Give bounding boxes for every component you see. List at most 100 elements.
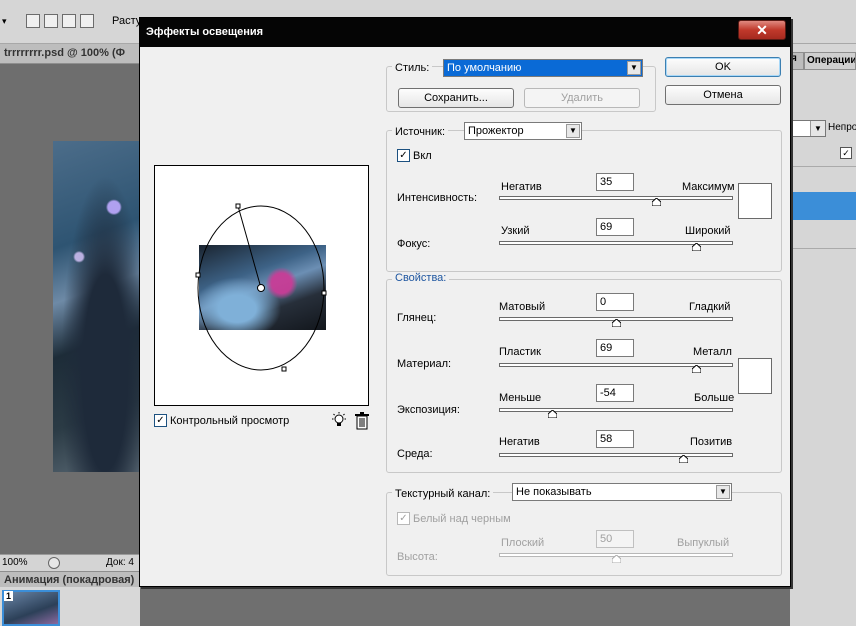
ambience-slider-thumb[interactable] [679,455,689,463]
intensity-input[interactable]: 35 [596,173,634,191]
dialog-titlebar[interactable]: Эффекты освещения ✕ [140,18,790,47]
light-on-label: Вкл [413,149,432,162]
panel-divider [790,248,856,249]
gloss-input[interactable]: 0 [596,293,634,311]
opacity-label: Непро [828,122,856,133]
intensity-max-label: Максимум [682,181,735,193]
panel-tab-actions[interactable]: Операции [804,52,856,70]
intensity-min-label: Негатив [501,181,542,193]
material-input[interactable]: 69 [596,339,634,357]
exposure-max-label: Больше [694,392,735,404]
ellipse-handle-left[interactable] [195,272,201,278]
checkbox-box[interactable]: ✓ [397,149,410,162]
material-min-label: Пластик [499,346,541,358]
zoom-level[interactable]: 100% [2,557,28,568]
tool-preset-arrow-icon[interactable]: ▾ [2,16,7,27]
chevron-down-icon[interactable]: ▼ [810,121,825,136]
style-select-value: По умолчанию [447,62,522,74]
exposure-label: Экспозиция: [397,404,460,416]
intensity-slider-track[interactable] [499,196,733,200]
ambience-min-label: Негатив [499,436,540,448]
preview-checkbox[interactable]: ✓ Контрольный просмотр [154,414,289,427]
dialog-title: Эффекты освещения [146,26,264,38]
checkbox-box[interactable]: ✓ [154,414,167,427]
gloss-slider-thumb[interactable] [611,319,621,327]
intersect-selection-icon[interactable] [80,14,94,28]
ambient-color-swatch[interactable] [738,358,772,394]
light-on-checkbox[interactable]: ✓ Вкл [397,149,432,162]
light-type-value: Прожектор [468,125,524,137]
exposure-slider-thumb[interactable] [548,410,558,418]
white-is-high-label: Белый над черным [413,512,511,525]
material-slider-thumb[interactable] [692,365,702,373]
trash-icon[interactable] [354,412,370,430]
subtract-from-selection-icon[interactable] [62,14,76,28]
new-selection-icon[interactable] [26,14,40,28]
focus-max-label: Широкий [685,225,731,237]
height-max-label: Выпуклый [677,537,730,549]
document-tab[interactable]: trrrrrrrr.psd @ 100% (Ф [0,44,140,64]
light-type-label: Источник: [392,126,449,138]
light-bulb-icon[interactable] [331,412,347,430]
height-input[interactable]: 50 [596,530,634,548]
ok-button[interactable]: OK [665,57,781,77]
panel-tab-history[interactable]: я [790,52,804,70]
cancel-button[interactable]: Отмена [665,85,781,105]
status-bar: 100% Док: 4 [0,554,140,571]
ambience-slider-track[interactable] [499,453,733,457]
focus-min-label: Узкий [501,225,530,237]
preview-area[interactable] [154,165,369,406]
style-select[interactable]: По умолчанию ▼ [443,59,643,77]
lighting-effects-dialog: Эффекты освещения ✕ ✓ Контрольный просмо… [139,17,791,587]
ellipse-handle-right[interactable] [321,290,327,296]
height-min-label: Плоский [501,537,545,549]
gloss-label: Глянец: [397,312,437,324]
style-label: Стиль: [392,62,433,74]
material-max-label: Металл [693,346,732,358]
document-size-label: Док: 4 [106,557,134,568]
focus-slider-thumb[interactable] [692,243,702,251]
texture-group [386,492,782,576]
exposure-slider-track[interactable] [499,408,733,412]
texture-channel-value: Не показывать [516,486,592,498]
light-color-swatch[interactable] [738,183,772,219]
frame-number: 1 [4,591,14,601]
gloss-min-label: Матовый [499,301,546,313]
height-label: Высота: [397,551,438,563]
intensity-slider-thumb[interactable] [652,198,662,206]
exposure-input[interactable]: -54 [596,384,634,402]
preview-checkbox-label: Контрольный просмотр [170,414,290,427]
intensity-label: Интенсивность: [397,192,478,204]
add-to-selection-icon[interactable] [44,14,58,28]
gloss-max-label: Гладкий [689,301,731,313]
checkbox-box[interactable]: ✓ [397,512,410,525]
focus-label: Фокус: [397,238,431,250]
selected-layer-row[interactable] [790,192,856,220]
properties-label: Свойства: [392,272,450,284]
ambience-label: Среда: [397,448,433,460]
light-ellipse-overlay[interactable] [155,166,368,405]
exposure-min-label: Меньше [499,392,542,404]
chevron-down-icon[interactable]: ▼ [716,485,730,499]
delete-style-button[interactable]: Удалить [524,88,640,108]
texture-channel-select[interactable]: Не показывать ▼ [512,483,732,501]
ambience-max-label: Позитив [690,436,733,448]
light-type-select[interactable]: Прожектор ▼ [464,122,582,140]
panel-divider [790,166,856,167]
lock-checkbox[interactable]: ✓ [840,147,852,159]
focus-input[interactable]: 69 [596,218,634,236]
chevron-down-icon[interactable]: ▼ [566,124,580,138]
white-is-high-checkbox[interactable]: ✓ Белый над черным [397,512,511,525]
ellipse-handle-top[interactable] [235,203,241,209]
material-label: Материал: [397,358,452,370]
ellipse-handle-bottom[interactable] [281,366,287,372]
close-button[interactable]: ✕ [738,20,786,40]
animation-panel-tab[interactable]: Анимация (покадровая) [0,571,140,587]
height-slider-thumb[interactable] [611,555,621,563]
zoom-icon[interactable] [48,557,60,569]
light-center-handle[interactable] [257,284,265,292]
document-image [53,141,140,472]
save-style-button[interactable]: Сохранить... [398,88,514,108]
chevron-down-icon[interactable]: ▼ [627,61,641,75]
ambience-input[interactable]: 58 [596,430,634,448]
